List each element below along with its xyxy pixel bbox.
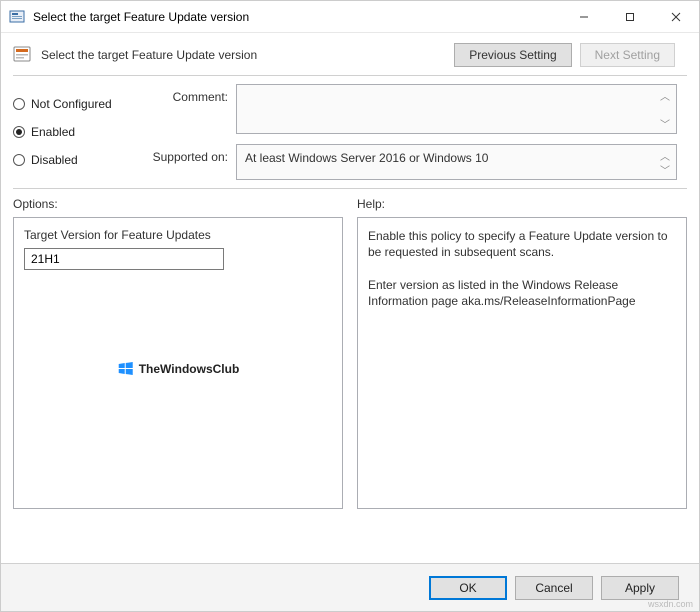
apply-button[interactable]: Apply xyxy=(601,576,679,600)
radio-icon xyxy=(13,98,25,110)
supported-on-value: At least Windows Server 2016 or Windows … xyxy=(245,151,488,165)
help-label: Help: xyxy=(357,197,687,217)
supported-on-label: Supported on: xyxy=(138,144,228,164)
dialog-footer: OK Cancel Apply xyxy=(1,563,699,611)
minimize-button[interactable] xyxy=(561,1,607,32)
ok-button[interactable]: OK xyxy=(429,576,507,600)
comment-textarea[interactable]: ︿ ﹀ xyxy=(236,84,677,134)
target-version-label: Target Version for Feature Updates xyxy=(24,228,332,242)
cancel-button[interactable]: Cancel xyxy=(515,576,593,600)
options-panel: Options: Target Version for Feature Upda… xyxy=(13,197,343,509)
previous-setting-button[interactable]: Previous Setting xyxy=(454,43,571,67)
policy-header: Select the target Feature Update version… xyxy=(1,33,699,75)
scroll-up-icon[interactable]: ︿ xyxy=(658,88,672,102)
target-version-input[interactable] xyxy=(24,248,224,270)
close-button[interactable] xyxy=(653,1,699,32)
radio-icon xyxy=(13,126,25,138)
radio-disabled[interactable]: Disabled xyxy=(13,146,138,174)
help-box: Enable this policy to specify a Feature … xyxy=(357,217,687,509)
state-radios: Not Configured Enabled Disabled xyxy=(13,84,138,180)
radio-enabled[interactable]: Enabled xyxy=(13,118,138,146)
comment-label: Comment: xyxy=(138,84,228,104)
scroll-down-icon[interactable]: ﹀ xyxy=(658,116,672,130)
policy-icon xyxy=(13,46,31,64)
watermark-text: TheWindowsClub xyxy=(139,362,240,376)
next-setting-button: Next Setting xyxy=(580,43,675,67)
scroll-up-icon[interactable]: ︿ xyxy=(658,148,672,162)
titlebar: Select the target Feature Update version xyxy=(1,1,699,33)
radio-icon xyxy=(13,154,25,166)
supported-on-box: At least Windows Server 2016 or Windows … xyxy=(236,144,677,180)
radio-not-configured[interactable]: Not Configured xyxy=(13,90,138,118)
policy-title: Select the target Feature Update version xyxy=(41,48,444,62)
help-text: Enable this policy to specify a Feature … xyxy=(368,228,676,309)
window-title: Select the target Feature Update version xyxy=(33,10,561,24)
windows-flag-icon xyxy=(117,360,135,378)
options-box: Target Version for Feature Updates TheWi… xyxy=(13,217,343,509)
radio-label: Not Configured xyxy=(31,97,112,111)
radio-label: Disabled xyxy=(31,153,78,167)
watermark: TheWindowsClub xyxy=(117,360,240,378)
options-label: Options: xyxy=(13,197,343,217)
help-panel: Help: Enable this policy to specify a Fe… xyxy=(357,197,687,509)
radio-label: Enabled xyxy=(31,125,75,139)
attribution-text: wsxdn.com xyxy=(648,599,693,609)
maximize-button[interactable] xyxy=(607,1,653,32)
scroll-down-icon[interactable]: ﹀ xyxy=(658,162,672,176)
window-controls xyxy=(561,1,699,32)
policy-app-icon xyxy=(9,9,25,25)
